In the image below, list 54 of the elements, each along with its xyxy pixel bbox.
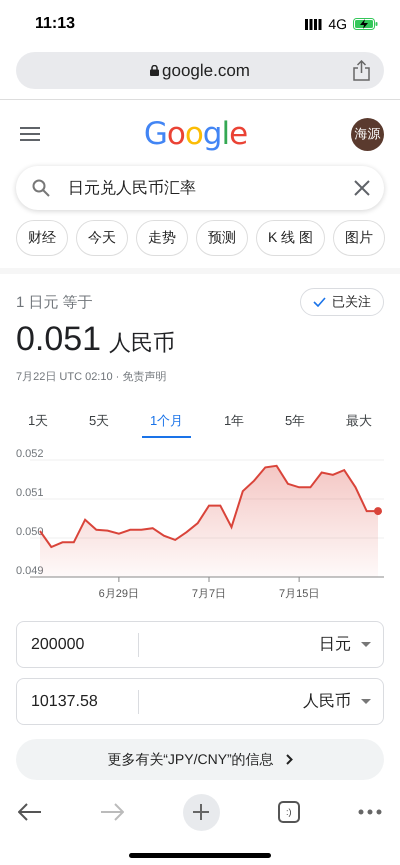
x-axis-label: 7月15日 xyxy=(278,588,320,600)
status-time: 11:13 xyxy=(35,15,76,33)
range-tab[interactable]: 5年 xyxy=(277,406,314,438)
share-icon[interactable] xyxy=(353,60,370,81)
more-info-button[interactable]: 更多有关“JPY/CNY”的信息 xyxy=(16,739,384,780)
y-axis-label: 0.051 xyxy=(16,487,44,499)
account-avatar[interactable]: 海源 xyxy=(350,118,384,150)
filter-chip[interactable]: 今天 xyxy=(76,220,128,256)
disclaimer-link[interactable]: 免责声明 xyxy=(122,369,166,384)
network-label: 4G xyxy=(328,16,347,32)
address-bar[interactable]: google.com xyxy=(16,52,384,89)
y-axis-label: 0.050 xyxy=(16,526,44,538)
dropdown-caret-icon xyxy=(361,642,371,647)
menu-icon[interactable] xyxy=(20,127,40,141)
url-text: google.com xyxy=(162,60,250,80)
search-icon xyxy=(32,179,50,197)
dropdown-caret-icon xyxy=(361,699,371,704)
x-axis-label: 6月29日 xyxy=(98,588,140,600)
check-icon xyxy=(313,297,326,307)
plus-icon xyxy=(192,803,210,821)
close-icon[interactable] xyxy=(354,180,370,196)
range-tab[interactable]: 最大 xyxy=(338,406,380,438)
rate-value: 0.051 xyxy=(16,320,102,359)
signal-icon xyxy=(305,18,322,30)
rate-unit: 人民币 xyxy=(109,329,176,357)
range-tab[interactable]: 1个月 xyxy=(142,406,192,438)
new-tab-button[interactable] xyxy=(182,794,220,830)
google-logo: Google xyxy=(144,116,248,152)
timestamp: 7月22日 UTC 02:10 · xyxy=(16,370,120,384)
lock-icon xyxy=(150,65,160,76)
range-tab[interactable]: 1年 xyxy=(216,406,252,438)
amount-field[interactable]: 200000 xyxy=(17,632,139,656)
currency-dropdown[interactable]: 人民币 xyxy=(139,690,383,713)
back-button[interactable] xyxy=(18,803,42,821)
filter-chip[interactable]: 走势 xyxy=(136,220,188,256)
currency-dropdown[interactable]: 日元 xyxy=(139,633,383,656)
filter-chip[interactable]: K 线 图 xyxy=(256,220,326,256)
filter-chip[interactable]: 图片 xyxy=(333,220,386,256)
filter-chip[interactable]: 财经 xyxy=(16,220,68,256)
range-tab[interactable]: 5天 xyxy=(81,406,118,438)
filter-chip[interactable]: 预测 xyxy=(196,220,248,256)
chevron-right-icon xyxy=(286,754,293,765)
more-icon[interactable] xyxy=(358,809,382,815)
current-point xyxy=(374,507,382,516)
rate-base-label: 1 日元 等于 xyxy=(16,292,93,312)
search-field[interactable]: 日元兑人民币汇率 xyxy=(66,178,338,198)
range-tab[interactable]: 1天 xyxy=(20,406,56,438)
amount-field[interactable]: 10137.58 xyxy=(17,690,139,714)
y-axis-label: 0.052 xyxy=(16,448,44,460)
battery-charging-icon xyxy=(353,18,378,30)
follow-button[interactable]: 已关注 xyxy=(300,288,384,316)
y-axis-label: 0.049 xyxy=(16,565,44,577)
tabs-button[interactable]: :) xyxy=(278,801,300,823)
x-axis-label: 7月7日 xyxy=(192,588,226,600)
